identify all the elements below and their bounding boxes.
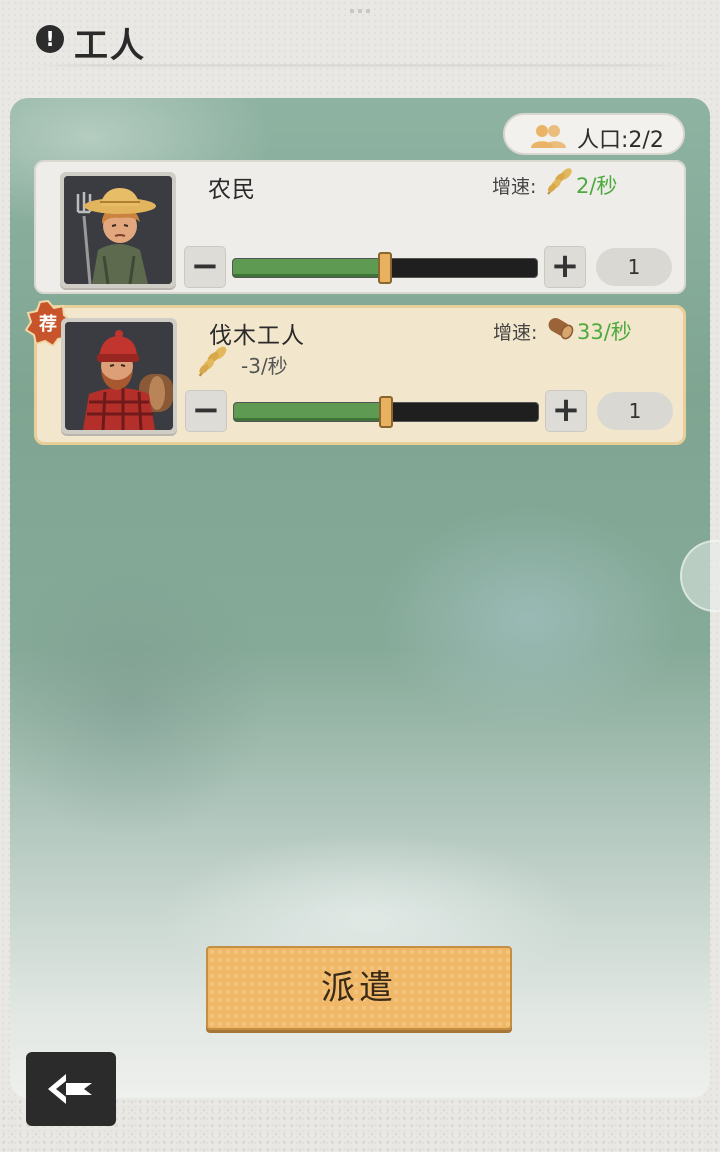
header: ! 工人 bbox=[0, 0, 720, 70]
rate-value: 33/秒 bbox=[577, 320, 632, 344]
back-arrow-icon bbox=[48, 1074, 92, 1104]
recommended-badge-text: 荐 bbox=[38, 313, 57, 335]
population-label: 人口:2/2 bbox=[577, 128, 664, 153]
alert-circle-icon: ! bbox=[36, 25, 64, 53]
worker-name: 农民 bbox=[208, 177, 256, 203]
wheat-icon bbox=[547, 168, 572, 195]
wheat-icon bbox=[198, 346, 227, 377]
slider-thumb[interactable] bbox=[378, 252, 392, 284]
lumberjack-portrait bbox=[61, 318, 177, 434]
worker-card-farmer: 农民 增速: 2/秒 − + 1 bbox=[34, 160, 686, 294]
farmer-portrait bbox=[60, 172, 176, 288]
page-title: 工人 bbox=[74, 26, 146, 66]
worker-count: 1 bbox=[596, 248, 672, 286]
log-icon bbox=[548, 318, 574, 340]
slider-fill bbox=[233, 259, 385, 277]
worker-count: 1 bbox=[597, 392, 673, 430]
worker-card-lumberjack: 荐 伐木工人 增速: 33/秒 -3/秒 − + 1 bbox=[25, 300, 686, 445]
decrease-button[interactable]: − bbox=[184, 246, 226, 288]
cost-value: -3/秒 bbox=[241, 354, 288, 378]
worker-slider[interactable] bbox=[232, 252, 538, 284]
header-divider bbox=[28, 64, 692, 67]
rate-value: 2/秒 bbox=[576, 174, 618, 198]
decrease-button[interactable]: − bbox=[185, 390, 227, 432]
population-indicator: 人口:2/2 bbox=[503, 113, 685, 155]
rate-label: 增速: bbox=[492, 176, 537, 198]
people-icon bbox=[531, 125, 566, 148]
lumberjack-avatar-icon bbox=[65, 322, 173, 430]
increase-button[interactable]: + bbox=[544, 246, 586, 288]
increase-button[interactable]: + bbox=[545, 390, 587, 432]
dispatch-button[interactable]: 派遣 bbox=[206, 946, 512, 1030]
slider-thumb[interactable] bbox=[379, 396, 393, 428]
farmer-avatar-icon bbox=[64, 176, 172, 284]
rate-label: 增速: bbox=[493, 322, 538, 344]
slider-fill bbox=[234, 403, 386, 421]
back-button[interactable] bbox=[26, 1052, 116, 1126]
worker-slider[interactable] bbox=[233, 396, 539, 428]
